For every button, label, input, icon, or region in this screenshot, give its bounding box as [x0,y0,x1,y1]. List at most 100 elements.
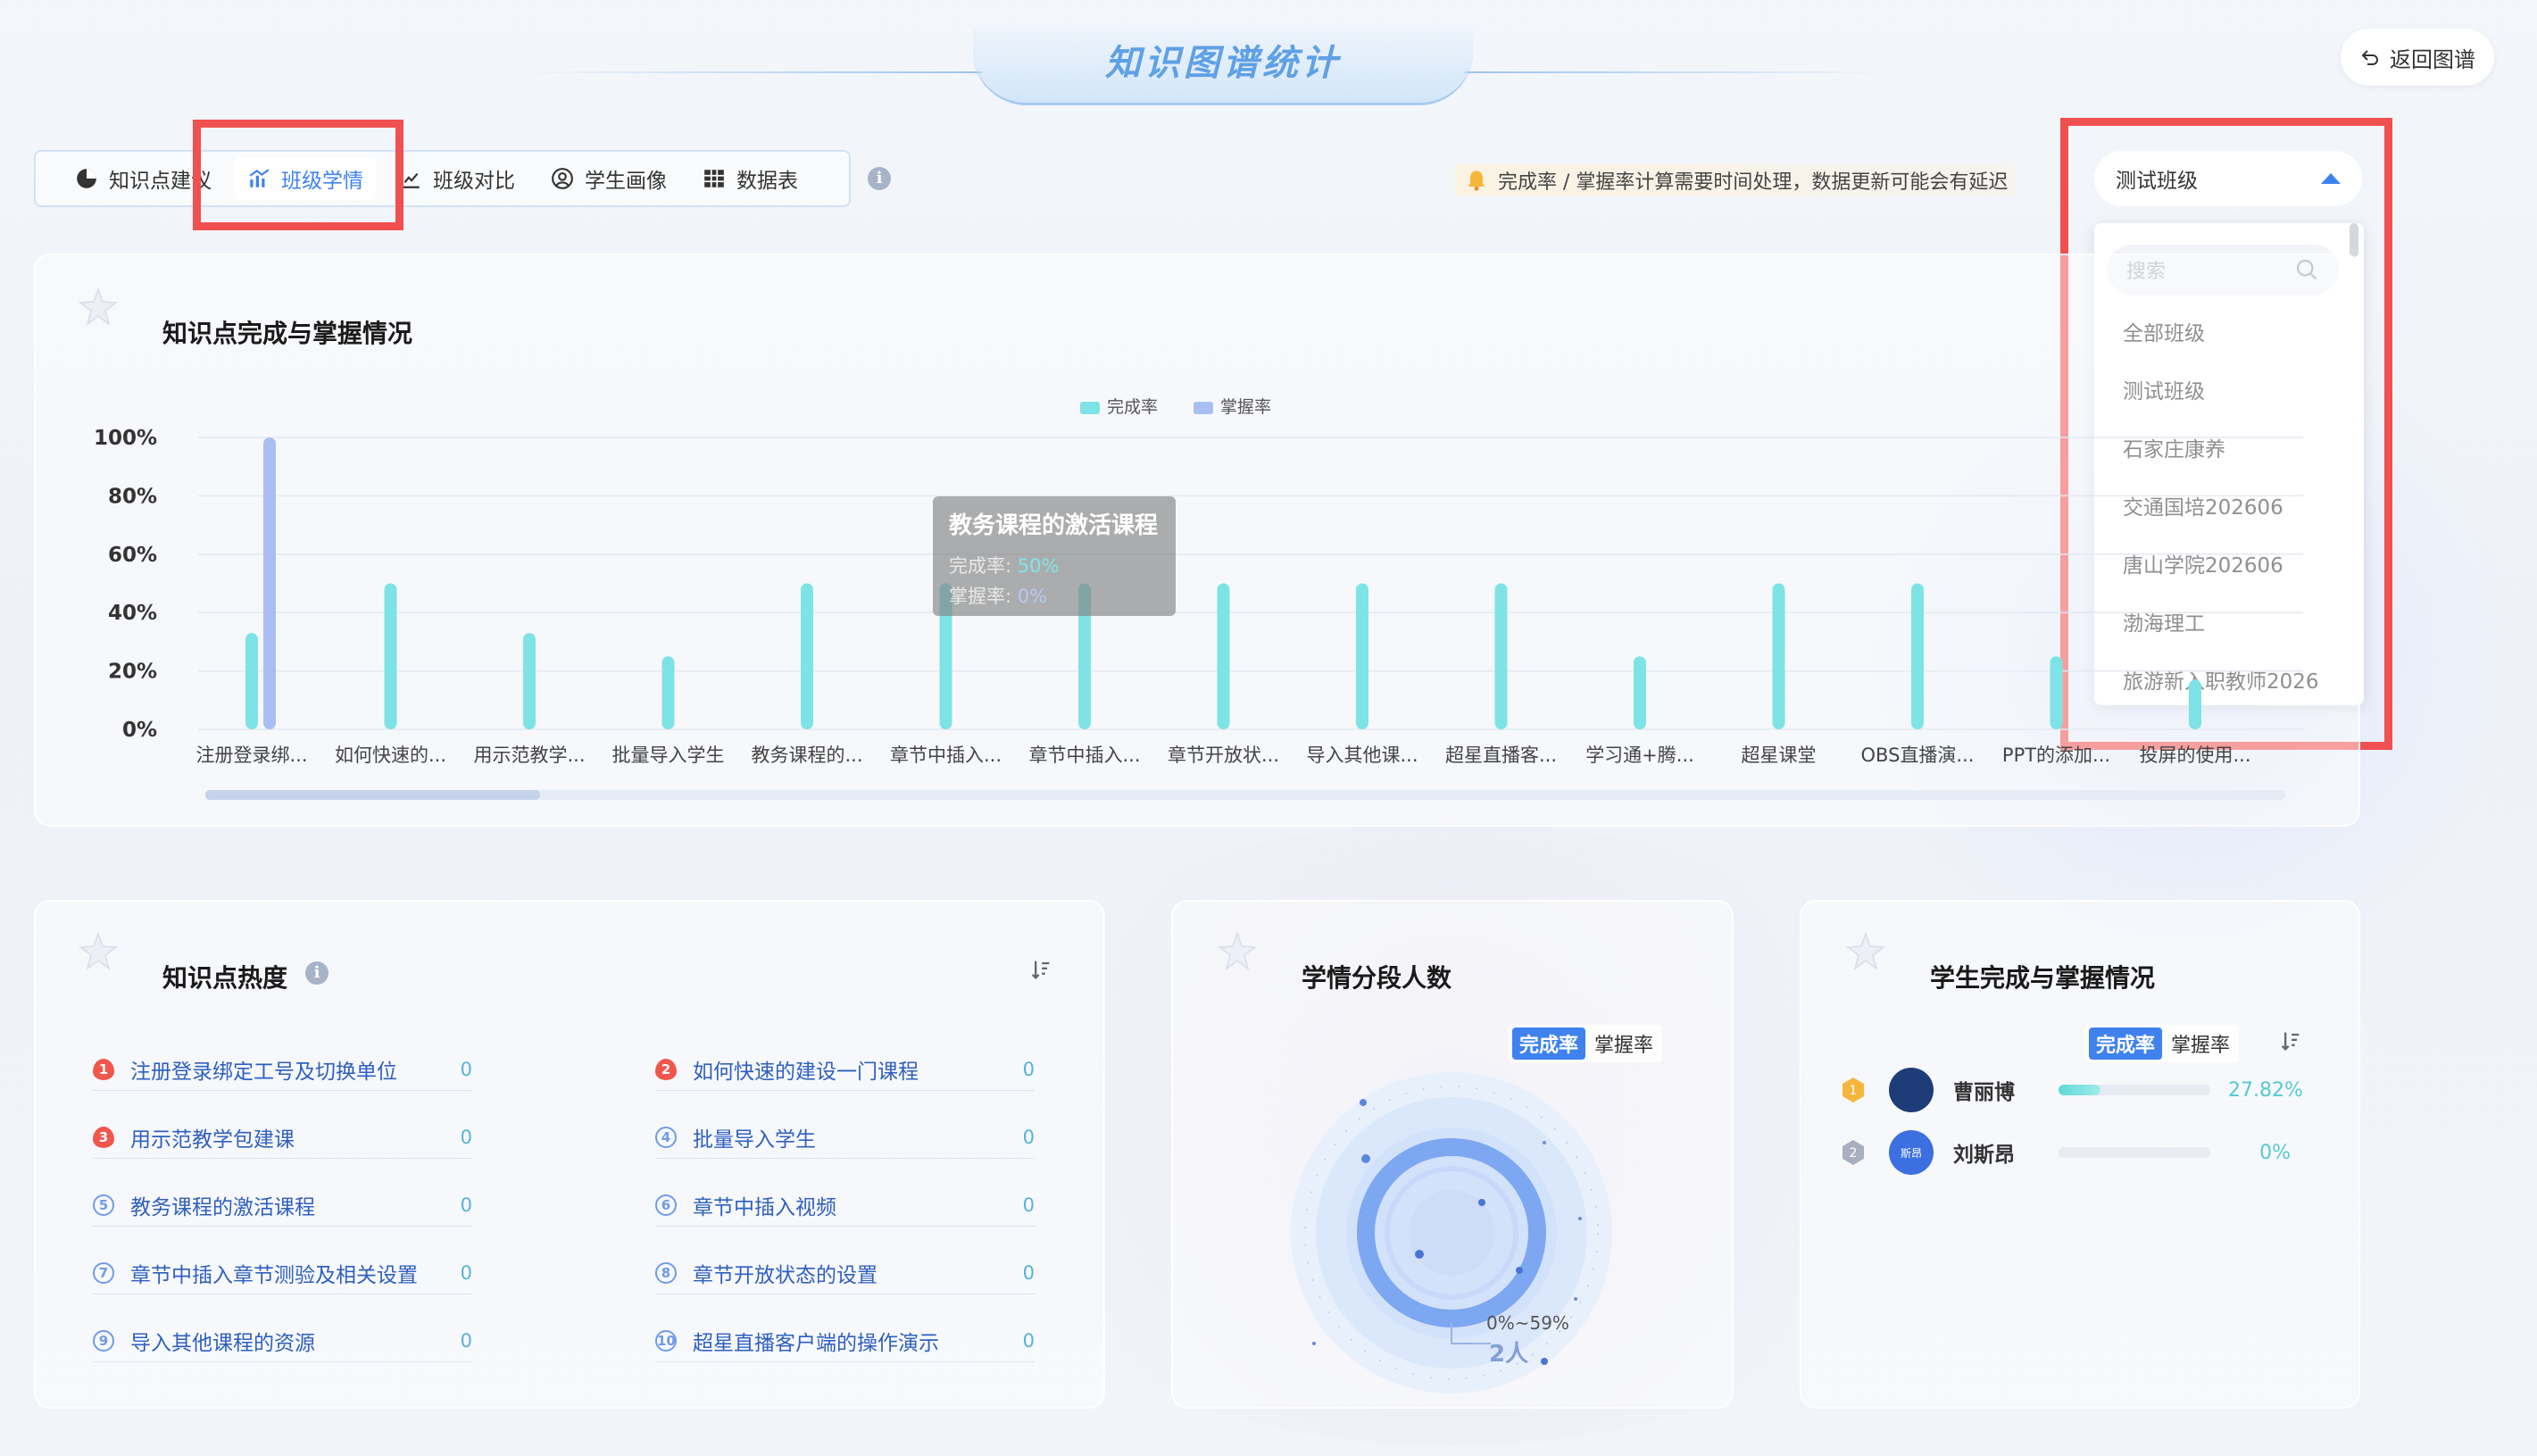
heat-item-value: 0 [460,1329,472,1352]
toggle-completion[interactable]: 完成率 [2089,1028,2163,1060]
rank-badge: 8 [655,1261,677,1284]
heat-item-label: 教务课程的激活课程 [130,1195,315,1219]
x-tick-label: 超星课堂 [1742,745,1817,766]
heat-item-label: 注册登录绑定工号及切换单位 [130,1060,397,1084]
avatar: 斯昂 [1889,1130,1934,1175]
x-tick-label: 如何快速的... [335,745,446,766]
heat-list-item[interactable]: 5 教务课程的激活课程 0 [93,1184,472,1227]
rank-badge: 10 [655,1329,677,1352]
sparkle-icon [1845,931,1886,970]
sort-icon[interactable] [1028,957,1053,982]
bar-completion [1217,583,1230,729]
progress-bar [2059,1147,2210,1158]
student-name: 刘斯昂 [1953,1144,2015,1167]
svg-text:2: 2 [1850,1146,1858,1161]
x-tick-label: 章节开放状... [1168,745,1279,766]
heat-item-label: 导入其他课程的资源 [130,1331,315,1355]
bar-completion [661,656,675,729]
heat-list-item[interactable]: 9 导入其他课程的资源 0 [93,1319,472,1362]
toggle-mastery[interactable]: 掌握率 [2171,1029,2230,1058]
bar-completion [2050,656,2063,729]
y-tick-label: 60% [108,544,157,567]
bar-completion [523,633,536,729]
segment-card-title: 学情分段人数 [1302,963,1452,993]
heat-item-label: 章节开放状态的设置 [693,1263,878,1287]
bar-completion [1634,656,1646,729]
bar-completion [801,583,813,729]
heat-item-label: 章节中插入章节测验及相关设置 [130,1263,418,1287]
x-tick-label: 章节中插入... [890,745,1002,766]
rank-badge: 7 [93,1261,114,1284]
heat-list-item[interactable]: 6 章节中插入视频 0 [655,1184,1035,1227]
x-tick-label: 注册登录绑... [195,745,307,766]
bar-completion [1772,583,1785,729]
heat-list-item[interactable]: 3 用示范教学包建课 0 [93,1116,472,1159]
y-tick-label: 0% [122,719,157,742]
y-tick-label: 40% [108,602,157,625]
x-tick-label: 用示范教学... [473,745,585,766]
heat-item-value: 0 [460,1194,472,1216]
bar-mastery [263,437,276,729]
toggle-mastery[interactable]: 掌握率 [1594,1029,1653,1058]
x-tick-label: PPT的添加... [2002,745,2110,766]
metric-toggle[interactable]: 完成率 掌握率 [2085,1025,2240,1062]
heat-item-value: 0 [1022,1058,1035,1080]
chart-horizontal-scrollbar[interactable] [205,790,2285,800]
fire-rank-icon: 2 [655,1058,677,1080]
bar-completion [245,633,258,729]
rank-badge: 5 [93,1194,114,1216]
progress-bar [2059,1085,2210,1095]
toggle-completion[interactable]: 完成率 [1512,1028,1586,1060]
metric-toggle[interactable]: 完成率 掌握率 [1509,1025,1663,1062]
y-tick-label: 100% [94,427,157,450]
tooltip-title: 教务课程的激活课程 [949,512,1159,539]
x-tick-label: 章节中插入... [1028,745,1140,766]
heat-list-item[interactable]: 7 章节中插入章节测验及相关设置 0 [93,1252,472,1294]
rank-medal-icon: 1 [1842,1077,1864,1102]
heat-item-label: 超星直播客户端的操作演示 [693,1331,939,1355]
heat-item-value: 0 [1022,1261,1035,1284]
heat-card-title: 知识点热度 [162,963,288,993]
student-name: 曹丽博 [1953,1081,2015,1104]
heat-list-item[interactable]: 10 超星直播客户端的操作演示 0 [655,1319,1035,1362]
heat-item-value: 0 [1022,1126,1035,1148]
heat-item-value: 0 [460,1261,472,1284]
rank-medal-icon: 2 [1842,1140,1864,1165]
student-card-title: 学生完成与掌握情况 [1930,963,2156,993]
student-row[interactable]: 1 曹丽博 27.82% [1839,1065,2312,1115]
heat-list-item[interactable]: 4 批量导入学生 0 [655,1116,1035,1159]
heat-list-item[interactable]: 8 章节开放状态的设置 0 [655,1252,1035,1294]
bar-completion [1494,583,1508,729]
heat-item-value: 0 [460,1058,472,1080]
avatar [1889,1068,1934,1112]
x-tick-label: 学习通+腾... [1585,745,1694,766]
heat-item-label: 如何快速的建设一门课程 [693,1060,919,1084]
x-tick-label: 教务课程的... [751,745,862,766]
heat-item-label: 批量导入学生 [693,1127,816,1152]
heat-list-item[interactable]: 2 如何快速的建设一门课程 0 [655,1048,1035,1091]
y-tick-label: 20% [108,661,157,684]
heat-list-item[interactable]: 1 注册登录绑定工号及切换单位 0 [93,1048,472,1091]
sparkle-icon [1217,931,1258,970]
y-tick-label: 80% [108,485,157,508]
bar-completion [1911,583,1924,729]
tooltip-completion: 完成率: 50% [949,555,1060,577]
completion-bar-chart: 100% 80% 60% 40% 20% 0% 注册登录绑... 如何快速的... 用示范教学.… [94,427,2303,766]
sort-icon[interactable] [2278,1028,2303,1053]
heat-item-value: 0 [1022,1329,1035,1352]
chart-tooltip: 教务课程的激活课程 完成率: 50% 掌握率: 0% [933,496,1176,616]
scrollbar-thumb[interactable] [205,790,540,800]
student-row[interactable]: 2 斯昂 刘斯昂 0% [1839,1127,2312,1177]
progress-fill [2059,1085,2101,1095]
tooltip-mastery: 掌握率: 0% [949,586,1048,607]
info-icon[interactable]: i [305,961,329,985]
x-tick-label: 导入其他课... [1306,745,1418,766]
rank-badge: 4 [655,1126,677,1148]
rank-badge: 9 [93,1329,114,1352]
student-percent: 0% [2259,1141,2291,1164]
x-tick-label: 批量导入学生 [612,745,725,766]
heat-item-value: 0 [460,1126,472,1148]
x-tick-label: 超星直播客... [1445,745,1557,766]
bar-completion [2189,679,2201,729]
bar-completion [1356,583,1368,729]
